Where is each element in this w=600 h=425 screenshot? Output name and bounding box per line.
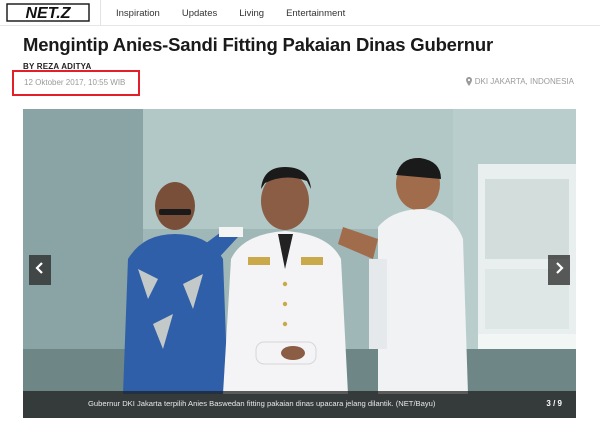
- article-title: Mengintip Anies-Sandi Fitting Pakaian Di…: [23, 34, 493, 55]
- gallery-caption: Gubernur DKI Jakarta terpilih Anies Basw…: [88, 399, 436, 408]
- article-location: DKI JAKARTA, INDONESIA: [465, 77, 574, 86]
- site-logo[interactable]: NET.Z: [6, 3, 90, 22]
- gallery-prev-button[interactable]: [29, 255, 51, 285]
- gallery-counter: 3 / 9: [546, 399, 562, 408]
- article-date: 12 Oktober 2017, 10:55 WIB: [24, 78, 126, 87]
- nav-item-entertainment[interactable]: Entertainment: [286, 8, 345, 19]
- nav-menu: Inspiration Updates Living Entertainment: [116, 0, 367, 26]
- nav-item-living[interactable]: Living: [239, 8, 264, 19]
- chevron-left-icon: [35, 261, 45, 279]
- nav-item-inspiration[interactable]: Inspiration: [116, 8, 160, 19]
- photo-gallery: Gubernur DKI Jakarta terpilih Anies Basw…: [23, 109, 576, 418]
- chevron-right-icon: [554, 261, 564, 279]
- location-pin-icon: [465, 77, 472, 86]
- gallery-next-button[interactable]: [548, 255, 570, 285]
- gallery-caption-bar: Gubernur DKI Jakarta terpilih Anies Basw…: [23, 391, 576, 418]
- nav-divider: [100, 0, 101, 26]
- top-nav: NET.Z Inspiration Updates Living Enterta…: [0, 0, 600, 26]
- location-label: DKI JAKARTA, INDONESIA: [474, 77, 574, 86]
- nav-item-updates[interactable]: Updates: [182, 8, 217, 19]
- svg-text:NET.Z: NET.Z: [25, 5, 71, 22]
- gallery-photo: [23, 109, 576, 418]
